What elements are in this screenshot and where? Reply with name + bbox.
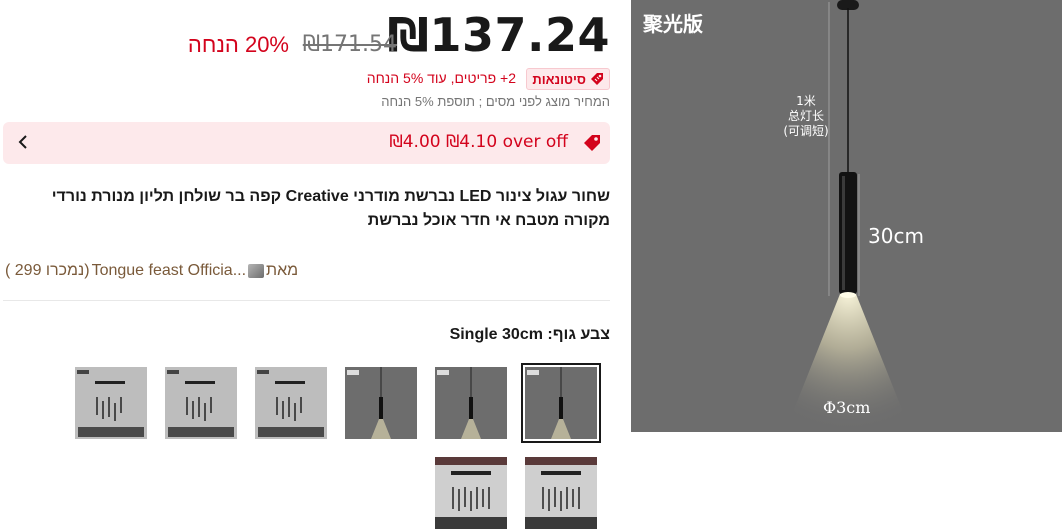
bulk-badge-label: סיטונאות [532, 71, 586, 87]
thumbnail-8[interactable] [435, 457, 507, 529]
thumbnail-4[interactable] [255, 367, 327, 439]
coupon-text: ₪4.00 ₪4.10 over off [389, 132, 568, 152]
bulk-offer-text: 2+ פריטים, עוד 5% הנחה [366, 70, 516, 86]
hero-length-note: 1米 总灯长 (可调短) [783, 94, 829, 138]
thumbnail-2[interactable] [435, 367, 507, 439]
product-title: שחור עגול צינור LED נברשת מודרני Creativ… [51, 188, 610, 229]
coupon-tag-icon [584, 135, 600, 151]
tax-note: המחיר מוצג לפני מסים ; תוספת 5% הנחה [381, 94, 610, 109]
hero-lamp-height: 30cm [868, 224, 924, 248]
store-link[interactable]: ( נמכרו 299) Tongue feast Officia... מאת [5, 262, 298, 280]
store-name[interactable]: Tongue feast Officia... [92, 262, 246, 280]
chevron-left-icon[interactable] [16, 133, 30, 151]
discount-label: 20% הנחה [187, 32, 289, 57]
thumbnail-1[interactable] [521, 363, 601, 443]
color-label: צבע גוף: Single 30cm [449, 326, 610, 343]
thumbnail-5[interactable] [165, 367, 237, 439]
thumbnail-7[interactable] [525, 457, 597, 529]
thumbnail-3[interactable] [345, 367, 417, 439]
current-price: ₪137.24 [387, 8, 610, 62]
divider [3, 300, 610, 301]
store-prefix: מאת [266, 262, 299, 279]
original-price: ₪171.54 [302, 32, 397, 57]
hero-badge: 聚光版 [643, 12, 703, 36]
hero-illustration [631, 0, 1062, 432]
thumbnail-6[interactable] [75, 367, 147, 439]
store-logo-icon [248, 264, 265, 278]
hero-diameter: Φ3cm [823, 398, 871, 417]
product-main-image[interactable]: 聚光版 1米 总灯长 (可调短) 30cm Φ3cm [631, 0, 1062, 432]
bulk-badge[interactable]: סיטונאות [526, 68, 610, 90]
tag-icon [591, 73, 603, 85]
store-sold-count: ( נמכרו 299) [5, 262, 90, 279]
